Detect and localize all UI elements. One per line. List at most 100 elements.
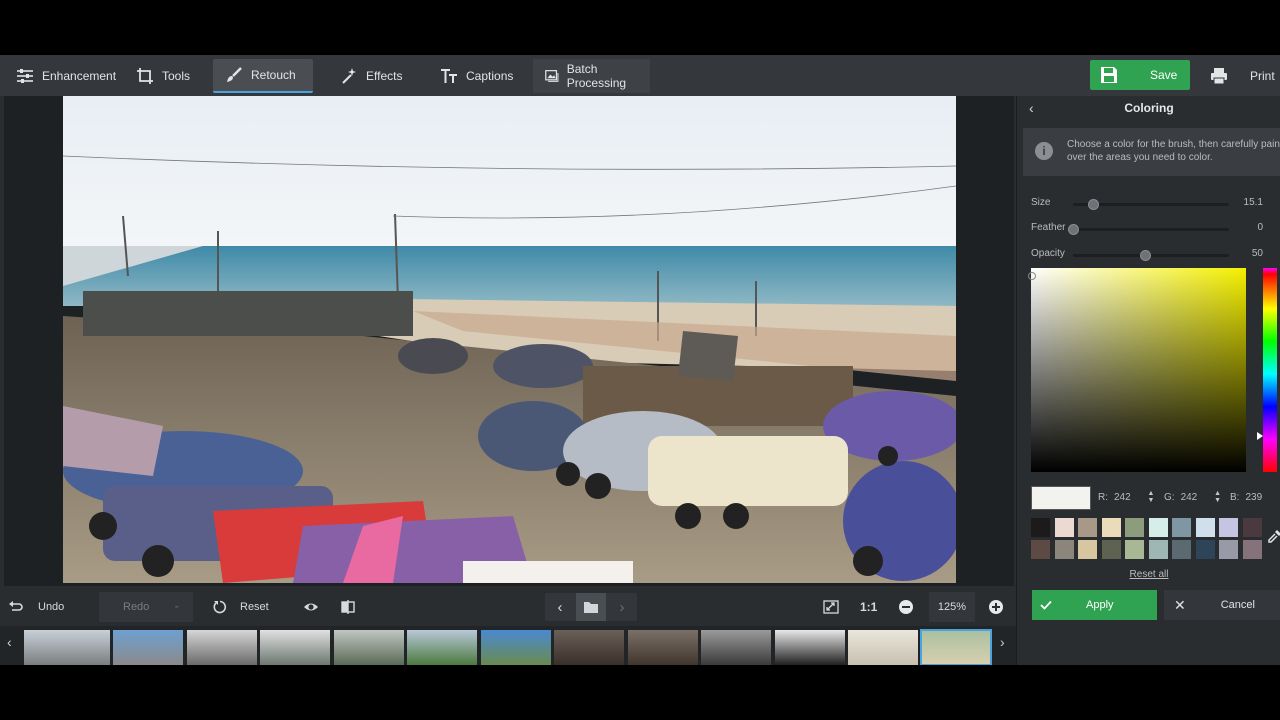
thumbnail-3[interactable] — [187, 630, 257, 665]
previous-image-button[interactable]: ‹ — [545, 593, 575, 621]
thumbnail-12[interactable] — [848, 630, 918, 665]
apply-button[interactable]: Apply — [1032, 590, 1157, 620]
brush-icon — [227, 67, 242, 82]
thumbnail-7[interactable] — [481, 630, 551, 665]
palette-swatch[interactable] — [1054, 518, 1074, 537]
thumbnail-13-selected[interactable] — [920, 629, 992, 665]
feather-slider[interactable] — [1068, 224, 1229, 235]
photo-canvas[interactable] — [4, 96, 1014, 586]
preview-toggle[interactable] — [303, 592, 319, 622]
palette-swatch[interactable] — [1031, 540, 1050, 559]
undo-button[interactable]: Undo — [8, 592, 64, 622]
redo-button[interactable]: Redo — [99, 592, 193, 622]
eyedropper-icon[interactable] — [1267, 528, 1280, 544]
opacity-slider-knob[interactable] — [1139, 250, 1151, 261]
palette-swatch[interactable] — [1195, 518, 1215, 537]
blue-field[interactable]: B: 239 ▲▼ — [1230, 490, 1280, 504]
red-spinner-icon[interactable]: ▲ ▼ — [1146, 490, 1156, 504]
palette-swatch[interactable] — [1172, 540, 1191, 559]
captions-tab[interactable]: Captions — [428, 59, 525, 93]
thumbnail-6[interactable] — [407, 630, 477, 665]
palette-swatch[interactable] — [1242, 518, 1262, 537]
thumbnail-9[interactable] — [628, 630, 698, 665]
hue-slider[interactable] — [1263, 268, 1277, 472]
opacity-slider-row: Opacity 50 — [1031, 248, 1280, 262]
crop-icon — [137, 68, 153, 84]
palette-swatch[interactable] — [1242, 540, 1262, 559]
app-window: Enhancement Tools Retouch Effects Captio… — [0, 55, 1280, 665]
floppy-disk-icon — [1101, 67, 1117, 83]
thumbnail-10[interactable] — [701, 630, 771, 665]
palette-swatch[interactable] — [1172, 518, 1191, 537]
green-label: G: — [1164, 491, 1175, 503]
thumbnail-11[interactable] — [775, 630, 845, 665]
palette-swatch[interactable] — [1054, 540, 1074, 559]
split-view-icon — [341, 600, 355, 614]
actual-size-button[interactable]: 1:1 — [860, 592, 877, 622]
blue-value[interactable]: 239 — [1245, 492, 1271, 503]
green-value[interactable]: 242 — [1181, 492, 1207, 503]
reset-icon — [213, 600, 227, 614]
retouch-tab[interactable]: Retouch — [213, 59, 313, 93]
cancel-button[interactable]: ✕ Cancel — [1164, 590, 1280, 620]
zoom-level-field[interactable]: 125% — [929, 592, 975, 622]
captions-label: Captions — [466, 69, 514, 83]
opacity-slider[interactable] — [1073, 250, 1229, 261]
palette-swatch[interactable] — [1101, 518, 1121, 537]
open-folder-button[interactable] — [576, 593, 606, 621]
photo-image[interactable] — [63, 96, 956, 583]
reset-all-link[interactable]: Reset all — [1017, 569, 1280, 580]
filmstrip-left-arrow-icon[interactable]: ‹ — [7, 634, 12, 650]
zoom-out-button[interactable] — [898, 592, 914, 622]
red-field[interactable]: R: 242 ▲ ▼ — [1098, 490, 1156, 504]
size-slider-knob[interactable] — [1088, 199, 1100, 210]
size-slider[interactable] — [1073, 199, 1229, 210]
info-text-line-1: Choose a color for the brush, then caref… — [1067, 139, 1280, 150]
green-field[interactable]: G: 242 ▲ ▼ — [1164, 490, 1223, 504]
next-image-button[interactable]: › — [607, 593, 637, 621]
chevron-right-icon: › — [619, 598, 625, 616]
opacity-value[interactable]: 50 — [1231, 248, 1263, 259]
palette-swatch[interactable] — [1148, 540, 1168, 559]
green-spinner-icon[interactable]: ▲ ▼ — [1213, 490, 1223, 504]
thumbnail-8[interactable] — [554, 630, 624, 665]
text-icon — [441, 69, 457, 83]
zoom-in-button[interactable] — [988, 592, 1004, 622]
minus-circle-icon — [899, 600, 913, 614]
thumbnail-1[interactable] — [24, 630, 110, 665]
enhancement-tab[interactable]: Enhancement — [4, 59, 128, 93]
palette-swatch[interactable] — [1101, 540, 1121, 559]
reset-button[interactable]: Reset — [212, 592, 269, 622]
filmstrip: ‹ › — [0, 626, 1016, 665]
thumbnail-4[interactable] — [260, 630, 330, 665]
feather-value[interactable]: 0 — [1231, 222, 1263, 233]
hue-slider-handle[interactable] — [1257, 432, 1263, 440]
palette-swatch[interactable] — [1148, 518, 1168, 537]
fit-to-window-button[interactable] — [823, 592, 839, 622]
color-saturation-picker[interactable] — [1028, 268, 1246, 472]
palette-swatch[interactable] — [1195, 540, 1215, 559]
thumbnail-2[interactable] — [113, 630, 183, 665]
feather-slider-knob[interactable] — [1068, 224, 1079, 235]
tools-tab[interactable]: Tools — [124, 59, 202, 93]
palette-swatch[interactable] — [1078, 540, 1097, 559]
info-text-line-2: over the areas you need to color. — [1067, 152, 1213, 163]
palette-swatch[interactable] — [1125, 518, 1144, 537]
filmstrip-right-arrow-icon[interactable]: › — [1000, 634, 1005, 650]
retouch-label: Retouch — [251, 68, 296, 82]
palette-swatch[interactable] — [1125, 540, 1144, 559]
palette-swatch[interactable] — [1031, 518, 1050, 537]
red-value[interactable]: 242 — [1114, 492, 1140, 503]
color-picker-cursor[interactable] — [1028, 272, 1036, 280]
batch-processing-button[interactable]: Batch Processing — [533, 59, 650, 93]
print-button[interactable]: Print — [1198, 59, 1280, 93]
effects-tab[interactable]: Effects — [328, 59, 414, 93]
palette-swatch[interactable] — [1219, 540, 1238, 559]
palette-swatch[interactable] — [1078, 518, 1097, 537]
compare-toggle[interactable] — [340, 592, 356, 622]
info-text: Choose a color for the brush, then caref… — [1067, 138, 1280, 164]
save-button[interactable]: Save — [1090, 60, 1190, 90]
thumbnail-5[interactable] — [334, 630, 404, 665]
palette-swatch[interactable] — [1219, 518, 1238, 537]
size-value[interactable]: 15.1 — [1231, 197, 1263, 208]
